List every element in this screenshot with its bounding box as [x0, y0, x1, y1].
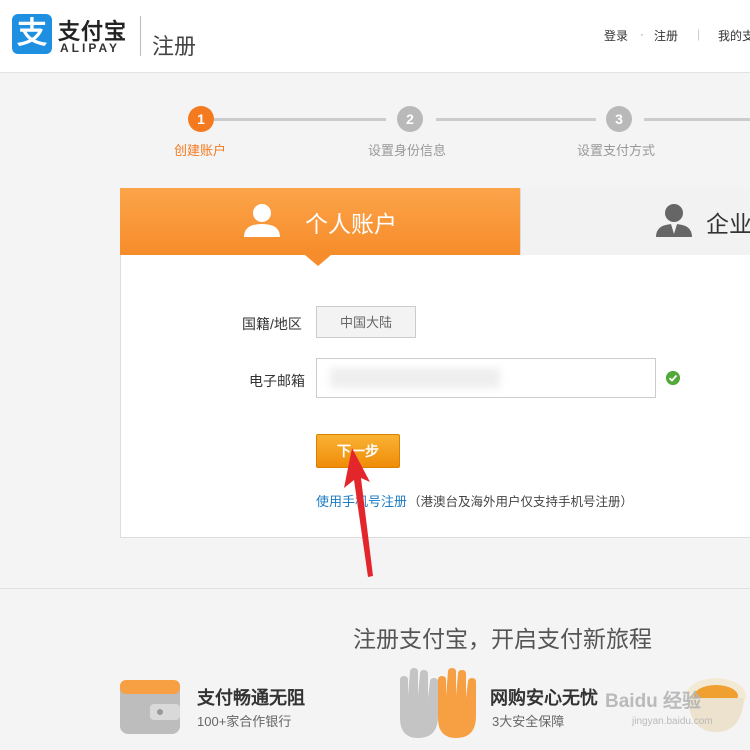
page-title: 注册 [152, 34, 197, 59]
register-link[interactable]: 注册 [654, 27, 678, 44]
feature-title: 网购安心无忧 [490, 688, 598, 708]
business-person-icon [656, 204, 692, 237]
watermark: Baidu 经验 [605, 691, 702, 712]
feature-title: 支付畅通无阻 [197, 688, 305, 708]
tab-business-label: 企业 [706, 211, 750, 237]
step-2-label: 设置身份信息 [368, 143, 447, 158]
slogan: 注册支付宝，开启支付新旅程 [353, 626, 652, 652]
email-value-redacted [330, 368, 500, 388]
brand-subtitle: ALIPAY [60, 41, 121, 55]
step-1-indicator: 1 [188, 106, 214, 132]
section-divider [0, 588, 750, 589]
tab-pointer [305, 255, 331, 266]
tab-personal-label: 个人账户 [305, 211, 397, 237]
country-label: 国籍/地区 [242, 316, 302, 332]
red-arrow-icon [344, 448, 373, 577]
person-icon [244, 204, 280, 237]
step-connector [436, 118, 596, 121]
watermark-url: jingyan.baidu.com [632, 716, 713, 727]
phone-register-note: （港澳台及海外用户仅支持手机号注册） [408, 495, 634, 509]
step-3-indicator: 3 [606, 106, 632, 132]
my-alipay-link[interactable]: 我的支 [718, 27, 750, 44]
wallet-icon [120, 680, 180, 734]
step-2-indicator: 2 [397, 106, 423, 132]
step-1-label: 创建账户 [174, 143, 227, 158]
check-icon [666, 371, 680, 385]
login-link[interactable]: 登录 [604, 27, 628, 44]
step-3-label: 设置支付方式 [577, 143, 656, 158]
step-connector [214, 118, 386, 121]
alipay-logo-icon[interactable]: 支 [12, 14, 52, 54]
nav-divider: | [697, 27, 701, 41]
country-select[interactable]: 中国大陆 [316, 306, 416, 338]
feature-subtitle: 3大安全保障 [492, 714, 565, 729]
feature-subtitle: 100+家合作银行 [197, 714, 292, 729]
step-connector [644, 118, 750, 121]
hands-icon [400, 668, 476, 738]
nav-separator: · [640, 27, 644, 41]
email-label: 电子邮箱 [249, 373, 305, 389]
header-divider [140, 16, 141, 56]
